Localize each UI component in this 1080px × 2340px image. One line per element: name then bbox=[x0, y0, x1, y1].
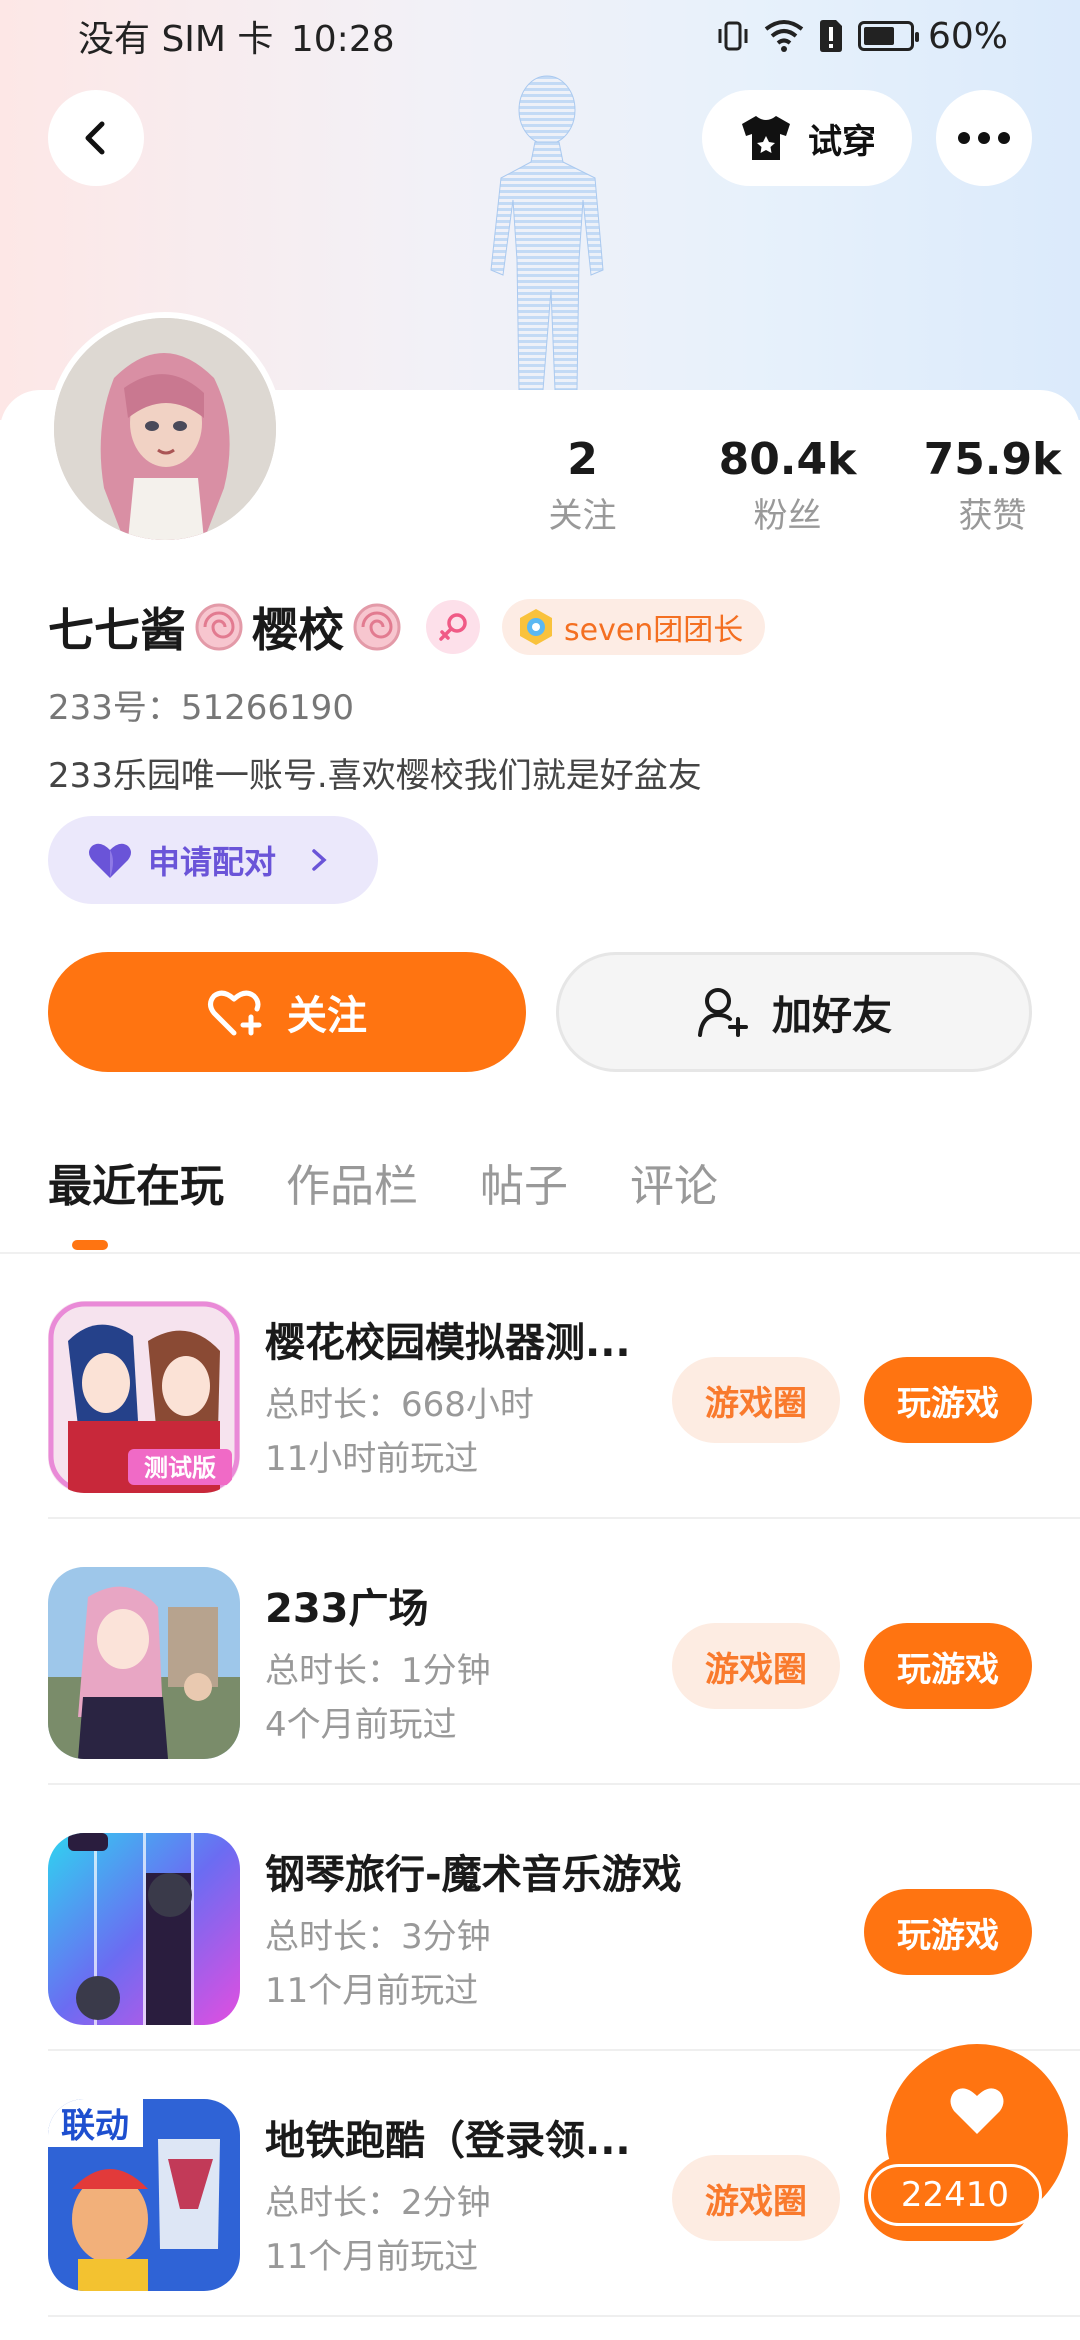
list-item[interactable]: 测试版 樱花校园模拟器测... 总时长：668小时 11小时前玩过 游戏圈 玩游… bbox=[0, 1253, 1080, 1519]
stat-label: 关注 bbox=[548, 496, 617, 536]
tab-comments[interactable]: 评论 bbox=[630, 1150, 718, 1224]
try-on-label: 试穿 bbox=[808, 121, 876, 162]
game-last-played: 4个月前玩过 bbox=[265, 1705, 457, 1745]
game-last-played: 11小时前玩过 bbox=[265, 1439, 479, 1479]
row-divider bbox=[48, 2315, 1080, 2317]
tab-posts[interactable]: 帖子 bbox=[480, 1150, 568, 1224]
battery-percent: 60% bbox=[927, 15, 1008, 57]
profile-tabs: 最近在玩 作品栏 帖子 评论 bbox=[48, 1150, 718, 1224]
stat-value: 2 bbox=[567, 434, 598, 485]
stat-label: 粉丝 bbox=[753, 496, 822, 536]
add-friend-label: 加好友 bbox=[772, 993, 892, 1039]
user-bio: 233乐园唯一账号.喜欢樱校我们就是好盆友 bbox=[48, 756, 702, 796]
follow-button[interactable]: 关注 bbox=[48, 952, 526, 1072]
lollipop-icon bbox=[195, 603, 243, 651]
group-badge-label: seven团团长 bbox=[564, 613, 744, 648]
vibrate-icon bbox=[718, 21, 748, 51]
tab-works[interactable]: 作品栏 bbox=[286, 1150, 418, 1224]
tab-recently-played[interactable]: 最近在玩 bbox=[48, 1150, 224, 1224]
add-friend-button[interactable]: 加好友 bbox=[556, 952, 1032, 1072]
test-version-label: 测试版 bbox=[144, 1454, 216, 1482]
apply-pair-button[interactable]: 申请配对 bbox=[48, 816, 378, 904]
play-game-button[interactable]: 玩游戏 bbox=[864, 1623, 1032, 1709]
list-item[interactable]: 钢琴旅行-魔术音乐游戏 总时长：3分钟 11个月前玩过 玩游戏 bbox=[0, 1785, 1080, 2051]
stat-following[interactable]: 2 关注 bbox=[480, 430, 685, 542]
username-part2: 樱校 bbox=[252, 603, 344, 657]
avatar-hologram-figure bbox=[490, 75, 604, 390]
game-icon: 联动 bbox=[48, 2099, 240, 2291]
status-left: 没有 SIM 卡 10:28 bbox=[78, 10, 395, 62]
heart-icon bbox=[950, 2088, 1004, 2134]
try-on-button[interactable]: 试穿 bbox=[702, 90, 912, 186]
follow-label: 关注 bbox=[287, 993, 367, 1039]
status-right: 60% bbox=[716, 16, 1008, 57]
sakura-school-icon: 测试版 bbox=[48, 1301, 240, 1493]
chevron-left-icon bbox=[85, 121, 105, 155]
game-circle-button[interactable]: 游戏圈 bbox=[672, 1357, 840, 1443]
game-icon bbox=[48, 1833, 240, 2025]
stat-fans[interactable]: 80.4k 粉丝 bbox=[685, 430, 890, 542]
heart-plus-icon bbox=[208, 990, 262, 1036]
female-gender-badge bbox=[426, 600, 480, 654]
play-game-button[interactable]: 玩游戏 bbox=[864, 1357, 1032, 1443]
more-button[interactable] bbox=[936, 90, 1032, 186]
username-line: 七七酱 樱校 seven团团长 bbox=[48, 594, 766, 660]
plaza-233-icon bbox=[48, 1567, 240, 1759]
more-dots-icon bbox=[958, 132, 1010, 144]
stat-value: 75.9k bbox=[923, 434, 1062, 485]
female-icon bbox=[439, 613, 467, 641]
subway-surfers-icon: 联动 bbox=[48, 2099, 240, 2291]
group-leader-badge[interactable]: seven团团长 bbox=[502, 599, 766, 655]
avatar-image bbox=[54, 318, 276, 540]
battery-icon bbox=[857, 21, 919, 51]
piano-cat-icon bbox=[48, 1833, 240, 2025]
game-icon: 测试版 bbox=[48, 1301, 240, 1493]
avatar[interactable] bbox=[48, 312, 282, 546]
game-duration: 总时长：2分钟 bbox=[265, 2183, 491, 2223]
group-badge-icon bbox=[520, 609, 552, 645]
tshirt-icon bbox=[742, 116, 790, 160]
game-duration: 总时长：3分钟 bbox=[265, 1917, 491, 1957]
game-last-played: 11个月前玩过 bbox=[265, 1971, 479, 2011]
game-circle-button[interactable]: 游戏圈 bbox=[672, 2155, 840, 2241]
status-bar: 没有 SIM 卡 10:28 60% bbox=[0, 0, 1080, 72]
apply-pair-label: 申请配对 bbox=[148, 843, 277, 881]
active-tab-indicator bbox=[72, 1240, 108, 1250]
stat-likes[interactable]: 75.9k 获赞 bbox=[890, 430, 1080, 542]
carrier-text: 没有 SIM 卡 bbox=[78, 19, 274, 60]
user-id: 233号：51266190 bbox=[48, 688, 354, 728]
clock: 10:28 bbox=[290, 19, 395, 60]
lollipop-icon bbox=[353, 603, 401, 651]
stat-label: 获赞 bbox=[958, 496, 1027, 536]
heart-pair-icon bbox=[89, 843, 131, 878]
back-button[interactable] bbox=[48, 90, 144, 186]
profile-stats: 2 关注 80.4k 粉丝 75.9k 获赞 bbox=[480, 430, 1080, 542]
game-circle-button[interactable]: 游戏圈 bbox=[672, 1623, 840, 1709]
list-item[interactable]: 233广场 总时长：1分钟 4个月前玩过 游戏圈 玩游戏 bbox=[0, 1519, 1080, 1785]
like-count-badge: 22410 bbox=[868, 2164, 1042, 2226]
sim-alert-icon bbox=[819, 20, 842, 52]
chevron-right-icon bbox=[312, 849, 327, 871]
username-part1: 七七酱 bbox=[48, 603, 186, 657]
game-duration: 总时长：1分钟 bbox=[265, 1651, 491, 1691]
wifi-icon bbox=[764, 20, 804, 52]
game-title: 地铁跑酷（登录领... bbox=[265, 2118, 631, 2164]
play-game-button[interactable]: 玩游戏 bbox=[864, 1889, 1032, 1975]
game-icon bbox=[48, 1567, 240, 1759]
stat-value: 80.4k bbox=[718, 434, 857, 485]
game-title: 233广场 bbox=[265, 1586, 429, 1632]
collab-label: 联动 bbox=[61, 2106, 129, 2146]
add-user-icon bbox=[698, 988, 748, 1037]
game-title: 樱花校园模拟器测... bbox=[265, 1320, 631, 1366]
game-duration: 总时长：668小时 bbox=[265, 1385, 534, 1425]
game-last-played: 11个月前玩过 bbox=[265, 2237, 479, 2277]
game-title: 钢琴旅行-魔术音乐游戏 bbox=[265, 1852, 682, 1898]
